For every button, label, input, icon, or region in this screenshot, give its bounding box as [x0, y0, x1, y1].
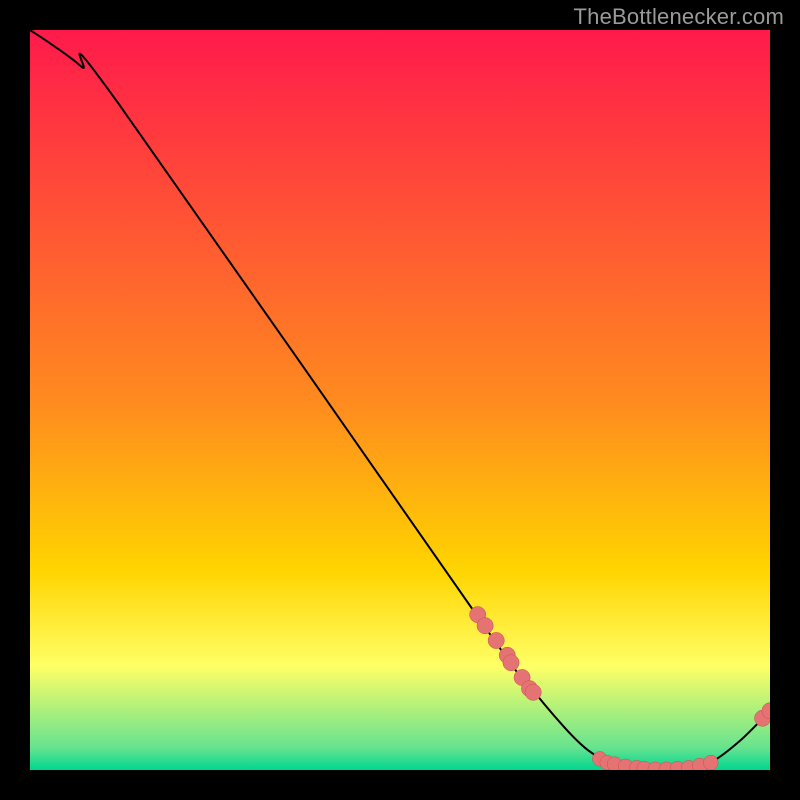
- data-marker: [503, 655, 519, 671]
- watermark-label: TheBottlenecker.com: [574, 4, 784, 30]
- data-marker: [703, 755, 718, 770]
- data-marker: [488, 632, 504, 648]
- plot-area: [30, 30, 770, 770]
- data-marker: [477, 618, 493, 634]
- gradient-background: [30, 30, 770, 770]
- plot-svg: [30, 30, 770, 770]
- data-marker: [525, 684, 541, 700]
- chart-stage: TheBottlenecker.com: [0, 0, 800, 800]
